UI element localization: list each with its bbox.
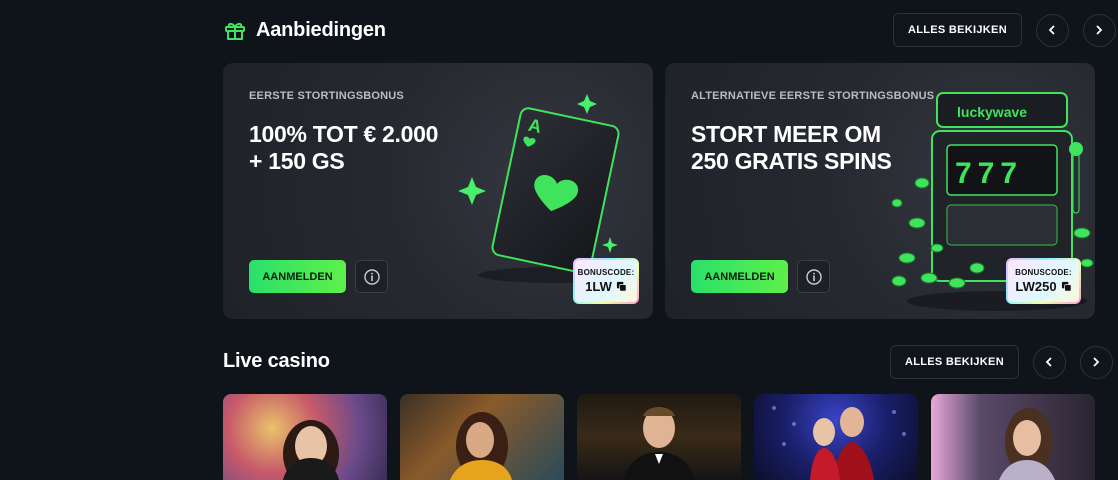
promo-card-alternative-deposit[interactable]: luckywave 777 ALTERNATIEVE EERSTE STORTI…: [665, 63, 1095, 319]
dealer-image: [772, 406, 906, 480]
chevron-left-icon: [1046, 357, 1052, 367]
svg-text:luckywave: luckywave: [957, 104, 1027, 120]
bonus-code-box[interactable]: BONUSCODE: LW250: [1006, 258, 1081, 304]
promo-kicker: ALTERNATIEVE EERSTE STORTINGSBONUS: [691, 90, 935, 102]
signup-button[interactable]: AANMELDEN: [249, 260, 346, 293]
live-casino-next-button[interactable]: [1079, 345, 1113, 379]
chevron-right-icon: [1097, 25, 1103, 35]
promo-title: STORT MEER OM 250 GRATIS SPINS: [691, 121, 892, 174]
bonus-code-box[interactable]: BONUSCODE: 1LW: [573, 258, 639, 304]
live-casino-prev-button[interactable]: [1032, 345, 1066, 379]
dealer-image: [450, 412, 512, 480]
promo-title: 100% TOT € 2.000 + 150 GS: [249, 121, 439, 174]
promo-kicker: EERSTE STORTINGSBONUS: [249, 90, 404, 102]
live-casino-title: Live casino: [223, 350, 330, 372]
signup-button[interactable]: AANMELDEN: [691, 260, 788, 293]
bonus-code-label: BONUSCODE:: [1015, 268, 1072, 277]
offers-prev-button[interactable]: [1035, 13, 1069, 47]
offers-title: Aanbiedingen: [256, 18, 386, 41]
offers-view-all-button[interactable]: ALLES BEKIJKEN: [893, 13, 1022, 47]
live-game-tile[interactable]: [223, 394, 387, 480]
info-button[interactable]: [355, 260, 388, 293]
bonus-code-value: 1LW: [585, 279, 612, 294]
gift-icon: [223, 18, 247, 42]
chevron-left-icon: [1049, 25, 1055, 35]
info-icon: [805, 268, 822, 285]
offers-header: Aanbiedingen: [223, 18, 386, 42]
live-casino-view-all-button[interactable]: ALLES BEKIJKEN: [890, 345, 1019, 379]
svg-text:777: 777: [955, 157, 1023, 190]
live-game-tile[interactable]: [577, 394, 741, 480]
live-game-tile[interactable]: [931, 394, 1095, 480]
offers-nav: ALLES BEKIJKEN: [893, 13, 1116, 47]
live-casino-nav: ALLES BEKIJKEN: [890, 345, 1113, 379]
chevron-right-icon: [1094, 357, 1100, 367]
bonus-code-label: BONUSCODE:: [577, 268, 635, 277]
info-icon: [363, 268, 380, 285]
dealer-image: [283, 420, 339, 480]
promo-card-first-deposit[interactable]: A EERSTE STORTINGSBONUS 100% TOT € 2.000…: [223, 63, 653, 319]
copy-icon[interactable]: [616, 281, 627, 292]
offers-next-button[interactable]: [1082, 13, 1116, 47]
live-game-tile[interactable]: [754, 394, 918, 480]
live-game-tile[interactable]: [400, 394, 564, 480]
info-button[interactable]: [797, 260, 830, 293]
bonus-code-value: LW250: [1015, 279, 1057, 294]
live-casino-header: Live casino: [223, 350, 330, 373]
dealer-image: [623, 407, 695, 480]
copy-icon[interactable]: [1061, 281, 1072, 292]
dealer-image: [999, 408, 1055, 480]
